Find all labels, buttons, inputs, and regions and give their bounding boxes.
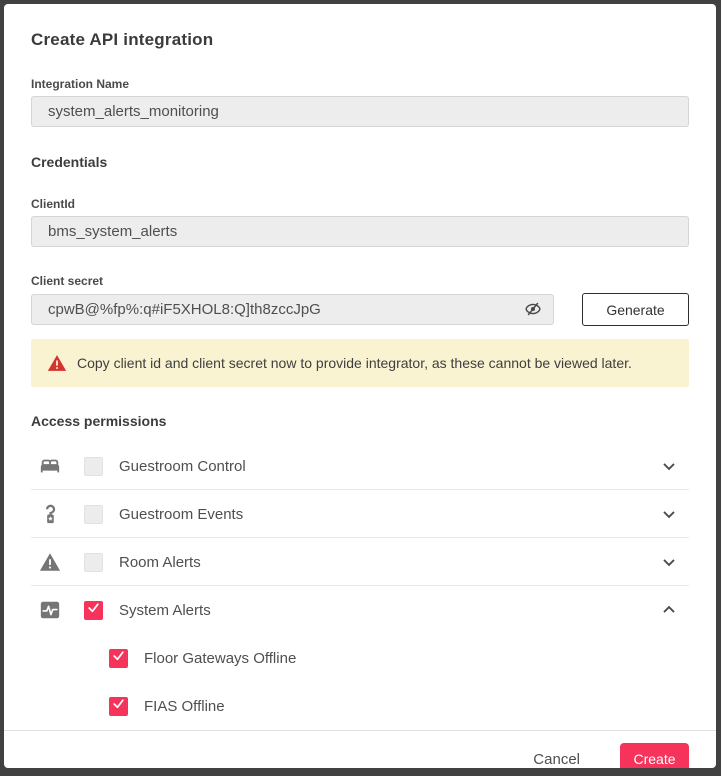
bed-icon [39,455,61,477]
permission-row-system-alerts[interactable]: System Alerts [31,586,689,634]
guestroom-events-checkbox[interactable] [84,504,103,524]
permission-label: Room Alerts [119,553,201,571]
client-secret-field-wrap [31,294,554,325]
system-alerts-checkbox[interactable] [84,600,103,620]
permission-label: FIAS Offline [144,697,225,715]
client-id-label: ClientId [31,197,75,211]
check-icon [112,697,125,715]
warning-banner: Copy client id and client secret now to … [31,339,689,387]
dialog-footer: Cancel Create [4,730,716,768]
client-secret-row: Generate [31,293,689,326]
integration-name-label: Integration Name [31,77,130,91]
guestroom-control-checkbox[interactable] [84,456,103,476]
generate-button[interactable]: Generate [582,293,689,326]
permission-row-guestroom-control[interactable]: Guestroom Control [31,442,689,490]
permission-label: Floor Gateways Offline [144,649,297,667]
chevron-down-icon[interactable] [659,552,679,572]
create-button[interactable]: Create [620,742,689,768]
warning-triangle-icon [39,551,61,573]
check-icon [112,649,125,667]
alert-triangle-icon [47,353,67,373]
cancel-button[interactable]: Cancel [523,745,590,769]
permissions-list: Guestroom Control Guestroom Events Room … [31,442,689,730]
permission-label: Guestroom Control [119,457,246,475]
client-id-input[interactable] [31,216,689,247]
chevron-down-icon[interactable] [659,456,679,476]
permission-label: System Alerts [119,601,211,619]
page-title: Create API integration [31,30,214,49]
permission-child-row-floor-gateways-offline[interactable]: Floor Gateways Offline [31,634,689,682]
client-secret-input[interactable] [31,294,554,325]
chevron-down-icon[interactable] [659,504,679,524]
pulse-icon [39,599,61,621]
fias-offline-checkbox[interactable] [109,696,128,716]
door-hanger-icon [39,503,61,525]
room-alerts-checkbox[interactable] [84,552,103,572]
check-icon [87,601,100,619]
access-permissions-heading: Access permissions [31,413,167,429]
credentials-heading: Credentials [31,154,108,170]
permission-row-guestroom-events[interactable]: Guestroom Events [31,490,689,538]
floor-gateways-offline-checkbox[interactable] [109,648,128,668]
client-secret-label: Client secret [31,274,104,288]
permission-label: Guestroom Events [119,505,244,523]
chevron-up-icon[interactable] [659,600,679,620]
dialog-content: Create API integration Integration Name … [4,4,716,730]
eye-off-icon [523,299,543,322]
integration-name-input[interactable] [31,96,689,127]
warning-text: Copy client id and client secret now to … [77,355,632,371]
toggle-secret-visibility-button[interactable] [522,299,544,321]
permission-row-room-alerts[interactable]: Room Alerts [31,538,689,586]
permission-child-row-fias-offline[interactable]: FIAS Offline [31,682,689,730]
create-api-integration-dialog: Create API integration Integration Name … [4,4,716,768]
